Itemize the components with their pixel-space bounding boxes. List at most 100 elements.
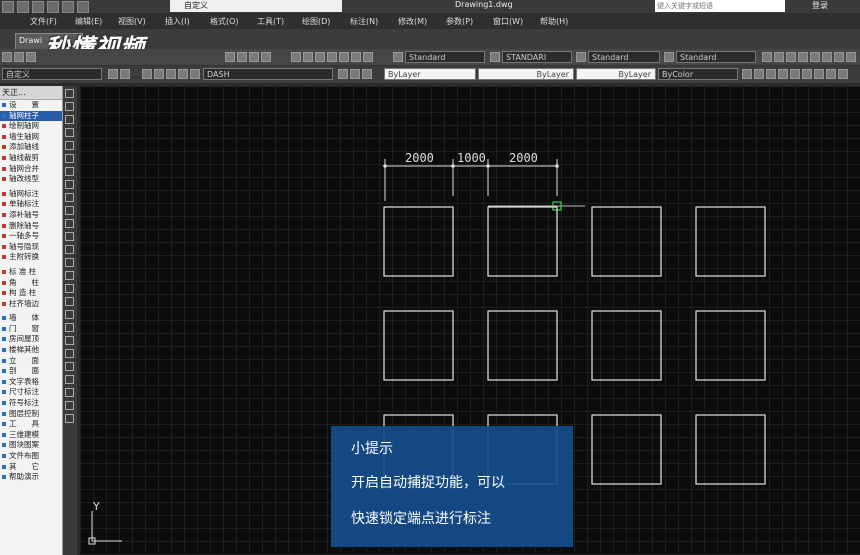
workspace-select[interactable]: 自定义 xyxy=(170,0,342,12)
zoom-window-icon[interactable] xyxy=(249,52,259,62)
polygon-icon[interactable] xyxy=(65,128,74,137)
panel-item[interactable]: 文字表格 xyxy=(0,377,62,388)
line-icon[interactable] xyxy=(65,89,74,98)
workspace-icon[interactable] xyxy=(762,52,772,62)
panel-item[interactable]: 构 造 柱 xyxy=(0,288,62,299)
panel-item[interactable]: 删除轴号 xyxy=(0,221,62,232)
toolbar-icon[interactable] xyxy=(798,52,808,62)
save-icon[interactable] xyxy=(26,52,36,62)
menu-tools[interactable]: 工具(T) xyxy=(257,16,284,27)
sun-icon[interactable] xyxy=(166,69,176,79)
panel-item[interactable]: 三维建模 xyxy=(0,430,62,441)
make-current-icon[interactable] xyxy=(338,69,348,79)
toolbar-icon[interactable] xyxy=(774,52,784,62)
print-icon[interactable] xyxy=(62,1,74,13)
panel-item[interactable]: 图层控制 xyxy=(0,409,62,420)
panel-item[interactable]: 单轴标注 xyxy=(0,199,62,210)
new-icon[interactable] xyxy=(2,1,14,13)
menu-view[interactable]: 视图(V) xyxy=(118,16,146,27)
panel-item[interactable]: 墙生轴网 xyxy=(0,132,62,143)
menu-format[interactable]: 格式(O) xyxy=(210,16,239,27)
linetype-select[interactable]: ByLayer xyxy=(478,68,574,80)
move-icon[interactable] xyxy=(65,414,74,423)
column-square[interactable] xyxy=(487,310,558,381)
column-square[interactable] xyxy=(591,310,662,381)
panel-item[interactable]: 柱齐墙边 xyxy=(0,299,62,310)
open-icon[interactable] xyxy=(17,1,29,13)
panel-item[interactable]: 轴号隐现 xyxy=(0,242,62,253)
panel-item[interactable]: 剖 面 xyxy=(0,366,62,377)
toolbar-icon[interactable] xyxy=(822,52,832,62)
toolbar-icon[interactable] xyxy=(810,52,820,62)
saveas-icon[interactable] xyxy=(47,1,59,13)
column-square[interactable] xyxy=(695,310,766,381)
menu-help[interactable]: 帮助(H) xyxy=(540,16,568,27)
menu-dimension[interactable]: 标注(N) xyxy=(350,16,378,27)
open-icon[interactable] xyxy=(14,52,24,62)
help-icon[interactable] xyxy=(363,52,373,62)
plotstyle-select[interactable]: ByColor xyxy=(658,68,738,80)
panel-item[interactable]: 图块图案 xyxy=(0,440,62,451)
panel-item[interactable]: 添加轴线 xyxy=(0,142,62,153)
rectangle-icon[interactable] xyxy=(65,141,74,150)
panel-item[interactable]: 一轴多号 xyxy=(0,231,62,242)
panel-item[interactable]: 文件布图 xyxy=(0,451,62,462)
text-style-select[interactable]: Standard xyxy=(405,51,485,63)
undo-icon[interactable] xyxy=(77,1,89,13)
panel-item[interactable]: 立 面 xyxy=(0,356,62,367)
markup-icon[interactable] xyxy=(339,52,349,62)
layer-manager-icon[interactable] xyxy=(120,69,130,79)
gradient-icon[interactable] xyxy=(65,284,74,293)
text-icon[interactable] xyxy=(65,323,74,332)
calculator-icon[interactable] xyxy=(351,52,361,62)
panel-item[interactable]: 帮助演示 xyxy=(0,472,62,483)
layer-state-icon[interactable] xyxy=(142,69,152,79)
workspace-combo[interactable]: 自定义 xyxy=(2,68,102,80)
panel-item[interactable]: 轴改线型 xyxy=(0,174,62,185)
dim-style-select[interactable]: STANDARI xyxy=(502,51,572,63)
panel-item[interactable]: 添补轴号 xyxy=(0,210,62,221)
toolbar-icon[interactable] xyxy=(838,69,848,79)
column-square[interactable] xyxy=(591,414,662,485)
panel-item[interactable]: 楼梯其他 xyxy=(0,345,62,356)
lock-icon[interactable] xyxy=(178,69,188,79)
pan-icon[interactable] xyxy=(225,52,235,62)
column-square[interactable] xyxy=(487,206,558,277)
toolbar-icon[interactable] xyxy=(826,69,836,79)
column-square[interactable] xyxy=(591,206,662,277)
offset-icon[interactable] xyxy=(65,388,74,397)
polyline-icon[interactable] xyxy=(65,115,74,124)
panel-item[interactable]: 轴网柱子 xyxy=(0,110,62,122)
sheet-set-icon[interactable] xyxy=(327,52,337,62)
column-square[interactable] xyxy=(383,310,454,381)
menu-insert[interactable]: 插入(I) xyxy=(165,16,190,27)
mirror-icon[interactable] xyxy=(65,375,74,384)
column-square[interactable] xyxy=(383,206,454,277)
mleader-style-select[interactable]: Standard xyxy=(676,51,756,63)
table-style-select[interactable]: Standard xyxy=(588,51,660,63)
panel-item[interactable]: 门 窗 xyxy=(0,324,62,335)
panel-item[interactable]: 绘制轴网 xyxy=(0,121,62,132)
menu-window[interactable]: 窗口(W) xyxy=(493,16,523,27)
panel-item[interactable]: 轴网标注 xyxy=(0,189,62,200)
insert-block-icon[interactable] xyxy=(65,232,74,241)
panel-item[interactable]: 墙 体 xyxy=(0,313,62,324)
menu-modify[interactable]: 修改(M) xyxy=(398,16,427,27)
lineweight-select[interactable]: ByLayer xyxy=(576,68,656,80)
color-select[interactable]: ByLayer xyxy=(384,68,476,80)
toolbar-icon[interactable] xyxy=(786,52,796,62)
panel-item[interactable]: 标 准 柱 xyxy=(0,267,62,278)
layer-previous-icon[interactable] xyxy=(350,69,360,79)
panel-item[interactable]: 轴线裁剪 xyxy=(0,153,62,164)
menu-params[interactable]: 参数(P) xyxy=(446,16,473,27)
save-icon[interactable] xyxy=(32,1,44,13)
ellipse-arc-icon[interactable] xyxy=(65,219,74,228)
toolbar-icon[interactable] xyxy=(802,69,812,79)
properties-icon[interactable] xyxy=(291,52,301,62)
arc-icon[interactable] xyxy=(65,154,74,163)
ellipse-icon[interactable] xyxy=(65,206,74,215)
toolbar-icon[interactable] xyxy=(834,52,844,62)
copy-icon[interactable] xyxy=(65,362,74,371)
menu-file[interactable]: 文件(F) xyxy=(30,16,57,27)
panel-item[interactable]: 尺寸标注 xyxy=(0,387,62,398)
